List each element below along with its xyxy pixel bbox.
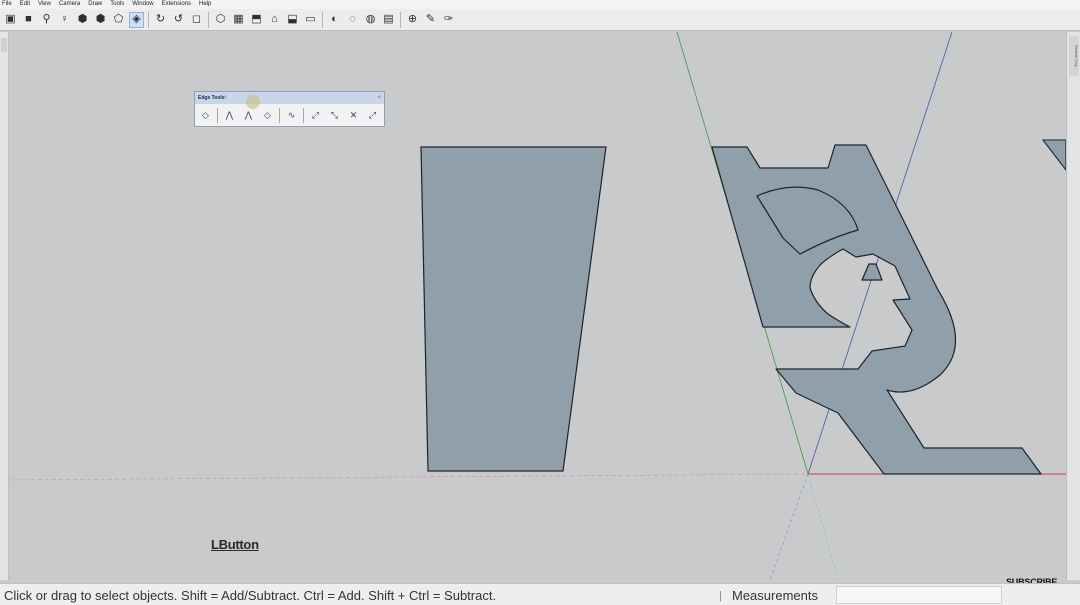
main-toolbar: ▣ ■ ⚲ ♀ ⬢ ⬢ ⬠ ◈ ↻ ↺ ◻ ⬡ ▦ ⬒ ⌂ ⬓ ▭ ◐ ◌ ◍ ▤ ⊕ ✎ ✑: [0, 9, 1080, 31]
section-icon[interactable]: ⊕: [405, 12, 420, 28]
menu-item-help[interactable]: Help: [199, 0, 211, 9]
menu-item-extensions[interactable]: Extensions: [162, 0, 191, 9]
measurements-label: Measurements: [732, 588, 818, 603]
profile-face[interactable]: [711, 144, 1042, 475]
iso-view-icon[interactable]: ⬡: [213, 12, 228, 28]
eraser-icon[interactable]: ✑: [441, 12, 456, 28]
edge-tools-titlebar[interactable]: Edge Tools² ×: [195, 92, 384, 104]
home-view-icon[interactable]: ⌂: [267, 12, 282, 28]
search-icon[interactable]: ⚲: [39, 12, 54, 28]
zoom-window-icon[interactable]: ◻: [189, 12, 204, 28]
close-icon[interactable]: ×: [377, 95, 381, 101]
edge-tools-separator: [279, 107, 280, 123]
edge-angle-icon[interactable]: ◇: [260, 107, 275, 123]
orbit-icon[interactable]: ↻: [153, 12, 168, 28]
edge-tools-icons: ◇ ⋀ ⋀ ◇ ∿ ⤢ ⤡ ✕ ⤢: [195, 104, 384, 126]
status-divider: |: [719, 590, 722, 602]
edge-tools-toolbar[interactable]: Edge Tools² × ◇ ⋀ ⋀ ◇ ∿ ⤢ ⤡ ✕ ⤢: [194, 91, 385, 127]
display-icon[interactable]: ▤: [381, 12, 396, 28]
edge-tools-separator: [217, 107, 218, 123]
menu-item-camera[interactable]: Camera: [59, 0, 80, 9]
figure-icon[interactable]: ♀: [57, 12, 72, 28]
menu-item-edit[interactable]: Edit: [20, 0, 30, 9]
sketchup-window: File Edit View Camera Draw Tools Window Extensi…: [0, 0, 1080, 605]
green-axis-lower: [807, 473, 839, 580]
left-tray-tab[interactable]: [1, 38, 7, 52]
default-tray-tab[interactable]: Default Tray: [1069, 36, 1079, 76]
toolbar-separator: [208, 11, 209, 28]
back-view-icon[interactable]: ⬓: [285, 12, 300, 28]
model-scene[interactable]: [10, 32, 1066, 580]
cursor-highlight: [246, 95, 260, 109]
toolbar-separator: [400, 11, 401, 28]
status-hint: Click or drag to select objects. Shift =…: [4, 588, 497, 603]
shadows-icon[interactable]: ◐: [327, 12, 342, 28]
menu-item-file[interactable]: File: [2, 0, 12, 9]
default-tray: Default Tray: [1066, 32, 1080, 580]
status-bar: Click or drag to select objects. Shift =…: [0, 583, 1080, 605]
style-icon[interactable]: ◍: [363, 12, 378, 28]
paint-icon[interactable]: ✎: [423, 12, 438, 28]
save-icon[interactable]: ▣: [3, 12, 18, 28]
camera-icon[interactable]: ■: [21, 12, 36, 28]
tapered-face[interactable]: [420, 146, 607, 472]
layers-icon[interactable]: ◈: [129, 11, 144, 28]
menu-item-view[interactable]: View: [38, 0, 51, 9]
cube-solid-icon[interactable]: ⬢: [93, 12, 108, 28]
menu-item-tools[interactable]: Tools: [110, 0, 124, 9]
menu-item-draw[interactable]: Draw: [88, 0, 102, 9]
toolbar-separator: [322, 11, 323, 28]
edge-tools-title: Edge Tools²: [198, 95, 227, 101]
blue-axis-lower: [769, 473, 809, 580]
cube-icon[interactable]: ⬢: [75, 12, 90, 28]
lbutton-overlay: LButton: [211, 537, 259, 552]
shape-icon[interactable]: ⬠: [111, 12, 126, 28]
edge-curve-icon[interactable]: ∿: [284, 107, 299, 123]
edge-tools-separator: [303, 107, 304, 123]
edge-divide-icon[interactable]: ◇: [198, 107, 213, 123]
left-tray: [0, 32, 9, 580]
edge-extend-icon[interactable]: ⤢: [308, 107, 323, 123]
offscreen-face-partial[interactable]: [1041, 139, 1066, 171]
edge-split-icon[interactable]: ⋀: [222, 107, 237, 123]
left-view-icon[interactable]: ▭: [303, 12, 318, 28]
red-axis-dashed: [10, 473, 809, 481]
edge-merge-icon[interactable]: ⋀: [241, 107, 256, 123]
drawing-viewport[interactable]: [10, 32, 1066, 580]
pan-icon[interactable]: ↺: [171, 12, 186, 28]
edge-connect-icon[interactable]: ⤢: [365, 107, 380, 123]
top-view-icon[interactable]: ▦: [231, 12, 246, 28]
measurements-input[interactable]: [836, 586, 1002, 604]
fog-icon[interactable]: ◌: [345, 12, 360, 28]
toolbar-separator: [148, 11, 149, 28]
edge-cross-icon[interactable]: ✕: [346, 107, 361, 123]
edge-trim-icon[interactable]: ⤡: [327, 107, 342, 123]
menu-bar: File Edit View Camera Draw Tools Window Extensi…: [0, 0, 1080, 9]
front-view-icon[interactable]: ⬒: [249, 12, 264, 28]
menu-item-window[interactable]: Window: [132, 0, 153, 9]
